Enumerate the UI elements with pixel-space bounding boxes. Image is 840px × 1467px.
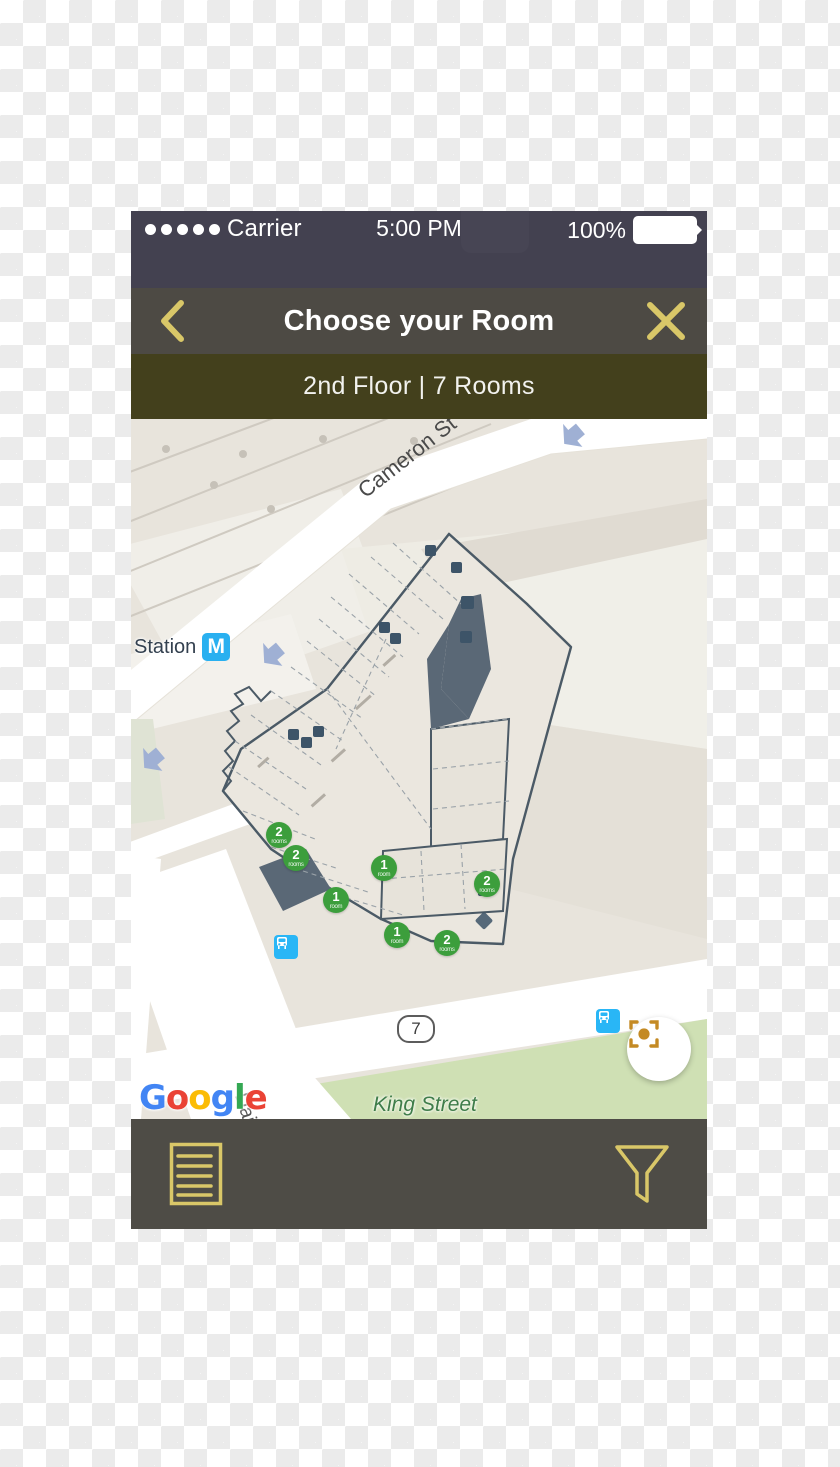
battery-icon [633,216,702,244]
room-marker-sublabel: rooms [439,947,455,953]
room-marker-sublabel: room [329,904,343,910]
chevron-left-icon [161,300,184,342]
transit-station-label[interactable]: Station M [134,633,231,661]
map-view[interactable]: Cameron St King Street Dain Station M 7 … [131,419,707,1119]
room-marker-sublabel: room [390,939,404,945]
google-logo: Google [139,1078,268,1118]
google-logo-g2: g [210,1078,235,1118]
room-marker-count: 2 [443,932,451,947]
bus-stop-icon[interactable] [596,1009,620,1033]
nav-bar: Choose your Room [131,288,707,354]
metro-badge-icon: M [202,633,231,661]
google-logo-o1: o [165,1078,189,1118]
google-logo-e: e [244,1078,268,1118]
street-label-king-street: King Street [373,1093,477,1116]
status-bar: Carrier 5:00 PM 100% [131,211,707,288]
room-marker-count: 1 [393,924,401,939]
google-logo-l: l [233,1078,246,1118]
page-title: Choose your Room [283,304,555,337]
route-shield: 7 [397,1015,435,1043]
phone-screen: Carrier 5:00 PM 100% Choose your Room 2n… [131,211,707,1229]
map-canvas [131,419,707,1119]
back-button[interactable] [139,288,205,354]
focus-crosshair-icon [629,1020,659,1048]
battery-percent-label: 100% [567,216,626,243]
room-marker[interactable]: 2 rooms [434,930,460,956]
station-name: Station [134,635,197,658]
room-marker-count: 2 [275,824,283,839]
google-logo-o2: o [188,1078,211,1118]
status-bar-battery-group: 100% [567,216,702,244]
room-marker[interactable]: 2 rooms [266,822,292,848]
locate-me-button[interactable] [627,1017,691,1081]
room-marker[interactable]: 2 rooms [283,845,309,871]
room-marker[interactable]: 1 room [371,855,397,881]
bus-stop-icon[interactable] [274,935,298,959]
filter-funnel-icon [615,1145,669,1203]
google-logo-g1: G [139,1078,167,1118]
bottom-toolbar [131,1119,707,1229]
room-marker-sublabel: rooms [288,862,304,868]
floor-selector-bar[interactable]: 2nd Floor | 7 Rooms [131,354,707,419]
room-marker-count: 2 [483,873,491,888]
bus-icon [277,937,287,949]
bus-icon [599,1011,609,1023]
room-marker-sublabel: rooms [479,888,495,894]
floor-label: 2nd Floor | 7 Rooms [303,372,535,400]
room-marker-sublabel: room [377,872,391,878]
room-marker-count: 1 [380,857,388,872]
room-marker[interactable]: 2 rooms [474,871,500,897]
close-icon [647,302,685,340]
room-marker-count: 1 [332,889,340,904]
filter-button[interactable] [587,1119,697,1229]
close-button[interactable] [633,288,699,354]
room-marker[interactable]: 1 room [323,887,349,913]
room-marker-count: 2 [292,847,300,862]
list-icon [169,1142,223,1206]
room-marker[interactable]: 1 room [384,922,410,948]
room-marker-sublabel: rooms [271,839,287,845]
list-view-button[interactable] [141,1119,251,1229]
